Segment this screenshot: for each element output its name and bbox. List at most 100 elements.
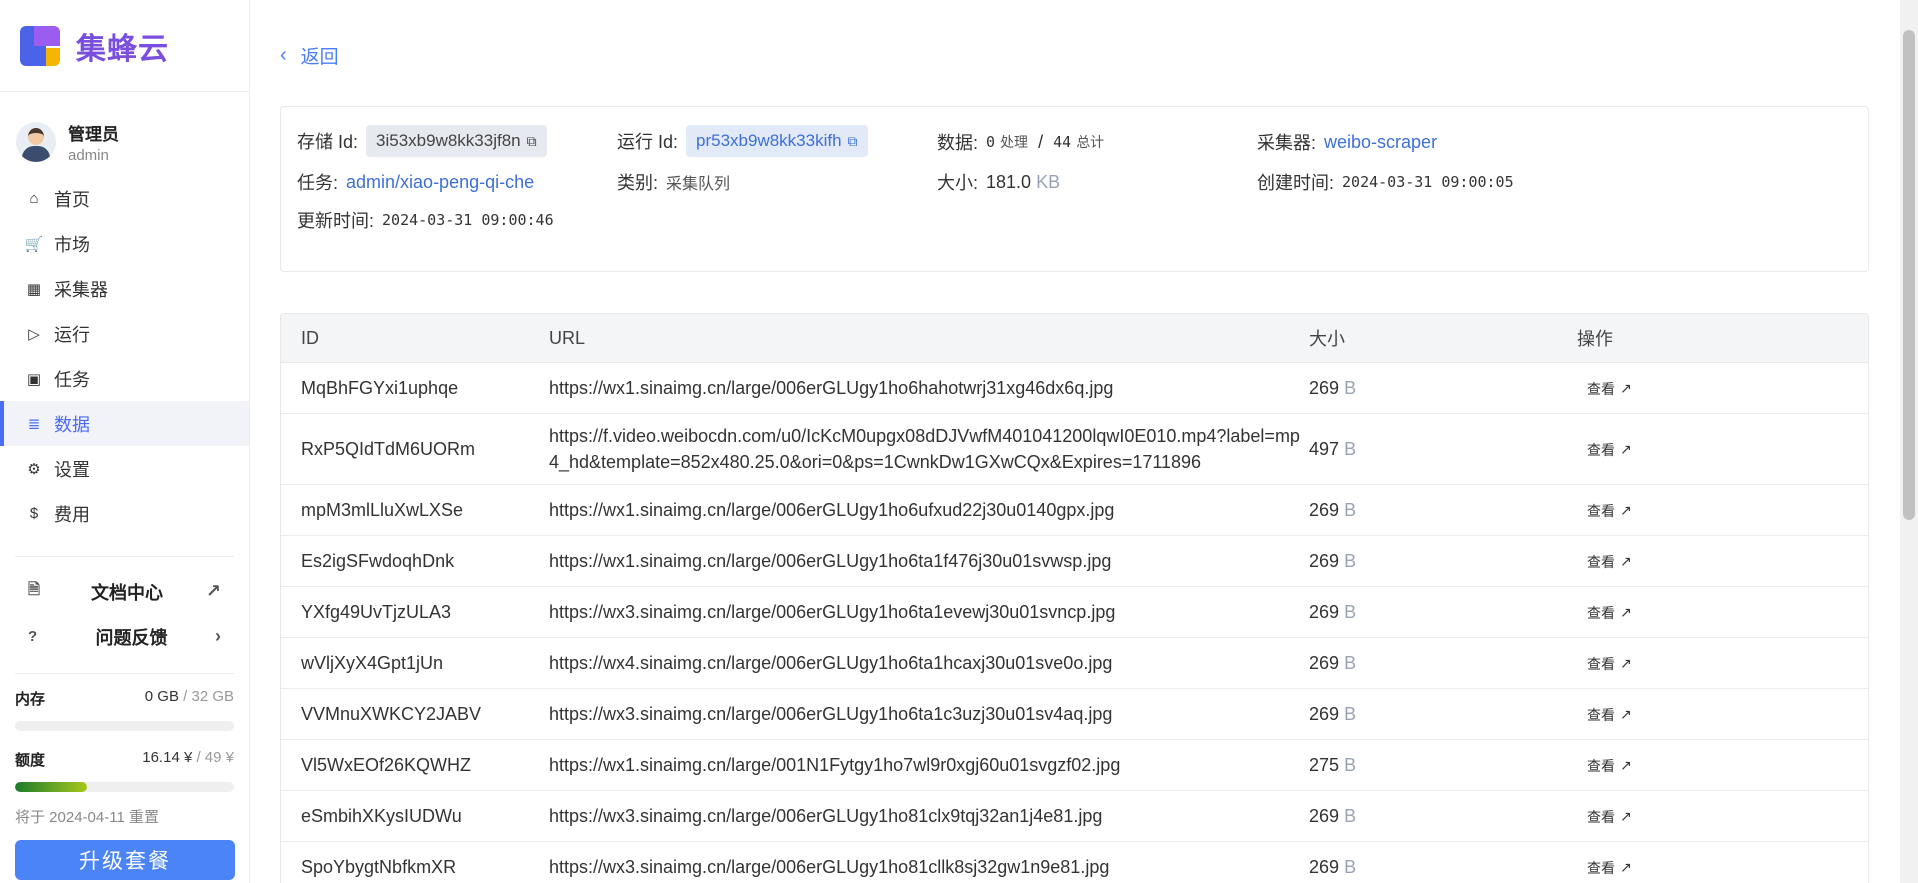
grid-icon: ▦ xyxy=(26,280,42,298)
row-id: MqBhFGYxi1uphqe xyxy=(301,377,459,398)
row-id: SpoYbygtNbfkmXR xyxy=(301,856,457,877)
storage-id-label: 存储 Id: xyxy=(297,132,359,152)
row-actions: 查看 ↗ xyxy=(1577,602,1868,623)
row-size-value: 269 xyxy=(1309,652,1340,673)
table-row: MqBhFGYxi1uphqe https://wx1.sinaimg.cn/la… xyxy=(281,363,1868,414)
row-size-value: 269 xyxy=(1309,601,1340,622)
view-button[interactable]: 查看 ↗ xyxy=(1587,705,1632,725)
feedback-label: 问题反馈 xyxy=(95,627,168,648)
external-link-icon: ↗ xyxy=(1620,553,1632,569)
storage-id-tag[interactable]: 3i53xb9w8kk33jf8n ⧉ xyxy=(366,125,547,157)
row-size-unit: B xyxy=(1344,703,1357,724)
type-label: 类别: xyxy=(617,173,659,193)
sidebar-item-5[interactable]: ≣ 数据 xyxy=(0,401,249,446)
memory-total: / 32 GB xyxy=(183,688,234,705)
size-label: 大小: xyxy=(937,173,979,193)
row-actions: 查看 ↗ xyxy=(1577,857,1868,878)
row-url: https://wx3.sinaimg.cn/large/006erGLUgy1… xyxy=(549,856,1110,877)
table-row: Es2igSFwdoqhDnk https://wx1.sinaimg.cn/la… xyxy=(281,536,1868,587)
upgrade-button[interactable]: 升级套餐 xyxy=(15,840,235,880)
feedback-link[interactable]: ? 问题反馈 › xyxy=(0,614,249,659)
table-row: eSmbihXKysIUDWu https://wx3.sinaimg.cn/la… xyxy=(281,791,1868,842)
row-url: https://wx3.sinaimg.cn/large/006erGLUgy1… xyxy=(549,805,1103,826)
calendar-icon: ▣ xyxy=(26,370,42,388)
row-id: Vl5WxEOf26KQWHZ xyxy=(301,754,472,775)
avatar xyxy=(16,122,56,162)
view-button[interactable]: 查看 ↗ xyxy=(1587,807,1632,827)
sidebar-item-3[interactable]: ▷ 运行 xyxy=(0,311,249,356)
task-link[interactable]: admin/xiao-peng-qi-che xyxy=(346,172,534,193)
processed-count: 0 xyxy=(986,133,996,151)
row-size: 269 B xyxy=(1309,378,1577,399)
user-profile[interactable]: 管理员 admin xyxy=(0,92,249,172)
row-size-unit: B xyxy=(1344,438,1357,459)
row-actions: 查看 ↗ xyxy=(1577,551,1868,572)
back-link[interactable]: ‹ 返回 xyxy=(280,42,339,69)
view-label: 查看 xyxy=(1587,859,1615,876)
sidebar: 集蜂云 管理员 admin ⌂ 首页 🛒 市场 ▦ 采集器 ▷ 运行 ▣ 任务 ≣ 数据 ⚙ 设置 $ 费用 … xyxy=(0,0,250,883)
storage-id-value: 3i53xb9w8kk33jf8n xyxy=(376,131,521,150)
run-id-value: pr53xb9w8kk33kifh xyxy=(696,131,842,150)
copy-icon[interactable]: ⧉ xyxy=(848,133,858,150)
scrollbar-thumb[interactable] xyxy=(1903,30,1915,520)
sidebar-item-0[interactable]: ⌂ 首页 xyxy=(0,176,249,221)
row-size-unit: B xyxy=(1344,601,1357,622)
row-size: 269 B xyxy=(1309,704,1577,725)
quota-used: 16.14 ¥ xyxy=(142,749,193,766)
size-field: 大小: 181.0 KB xyxy=(937,169,1060,195)
home-icon: ⌂ xyxy=(29,190,39,207)
view-label: 查看 xyxy=(1587,655,1615,672)
row-url: https://wx1.sinaimg.cn/large/006erGLUgy1… xyxy=(549,550,1112,571)
row-size: 269 B xyxy=(1309,500,1577,521)
sidebar-item-6[interactable]: ⚙ 设置 xyxy=(0,446,249,491)
resource-usage: 内存 0 GB / 32 GB 额度 16.14 ¥ / 49 ¥ xyxy=(0,688,249,792)
updated-field: 更新时间: 2024-03-31 09:00:46 xyxy=(297,207,554,233)
brand-logo[interactable]: 集蜂云 xyxy=(0,0,249,92)
sidebar-item-7[interactable]: $ 费用 xyxy=(0,491,249,536)
back-label: 返回 xyxy=(300,47,339,68)
updated-value: 2024-03-31 09:00:46 xyxy=(382,211,554,229)
vertical-scrollbar[interactable] xyxy=(1900,0,1918,883)
row-size-value: 269 xyxy=(1309,856,1340,877)
storage-id-field: 存储 Id: 3i53xb9w8kk33jf8n ⧉ xyxy=(297,125,547,157)
processed-unit: 处理 xyxy=(1000,134,1029,150)
row-size: 269 B xyxy=(1309,806,1577,827)
view-button[interactable]: 查看 ↗ xyxy=(1587,501,1632,521)
divider xyxy=(15,673,234,674)
view-button[interactable]: 查看 ↗ xyxy=(1587,552,1632,572)
external-link-icon: ↗ xyxy=(1620,706,1632,722)
run-icon: ▷ xyxy=(28,325,40,343)
dataset-info-panel: 存储 Id: 3i53xb9w8kk33jf8n ⧉ 运行 Id: pr53xb… xyxy=(280,106,1869,272)
table-row: mpM3mlLluXwLXSe https://wx1.sinaimg.cn/la… xyxy=(281,485,1868,536)
row-id: RxP5QIdTdM6UORm xyxy=(301,438,476,459)
sidebar-item-2[interactable]: ▦ 采集器 xyxy=(0,266,249,311)
collector-link[interactable]: weibo-scraper xyxy=(1324,132,1437,153)
copy-icon[interactable]: ⧉ xyxy=(527,133,537,150)
docs-center-link[interactable]: 🗎 文档中心 ↗ xyxy=(0,569,249,614)
view-label: 查看 xyxy=(1587,441,1615,458)
view-button[interactable]: 查看 ↗ xyxy=(1587,379,1632,399)
sidebar-item-label: 设置 xyxy=(54,459,90,480)
sidebar-item-1[interactable]: 🛒 市场 xyxy=(0,221,249,266)
external-link-icon: ↗ xyxy=(205,581,221,601)
external-link-icon: ↗ xyxy=(1620,604,1632,620)
view-button[interactable]: 查看 ↗ xyxy=(1587,440,1632,460)
view-button[interactable]: 查看 ↗ xyxy=(1587,603,1632,623)
external-link-icon: ↗ xyxy=(1620,380,1632,396)
run-id-tag[interactable]: pr53xb9w8kk33kifh ⧉ xyxy=(686,125,868,157)
view-button[interactable]: 查看 ↗ xyxy=(1587,654,1632,674)
chevron-left-icon: ‹ xyxy=(280,44,287,66)
sidebar-item-4[interactable]: ▣ 任务 xyxy=(0,356,249,401)
view-label: 查看 xyxy=(1587,553,1615,570)
gear-icon: ⚙ xyxy=(27,460,41,478)
reset-note: 将于 2024-04-11 重置 xyxy=(15,809,159,826)
external-link-icon: ↗ xyxy=(1620,655,1632,671)
task-field: 任务: admin/xiao-peng-qi-che xyxy=(297,169,534,195)
user-title: 管理员 xyxy=(68,125,119,144)
row-size-value: 269 xyxy=(1309,805,1340,826)
row-size-unit: B xyxy=(1344,856,1357,877)
view-button[interactable]: 查看 ↗ xyxy=(1587,858,1632,878)
view-button[interactable]: 查看 ↗ xyxy=(1587,756,1632,776)
sidebar-item-label: 市场 xyxy=(54,234,90,255)
size-value: 181.0 xyxy=(986,171,1032,192)
